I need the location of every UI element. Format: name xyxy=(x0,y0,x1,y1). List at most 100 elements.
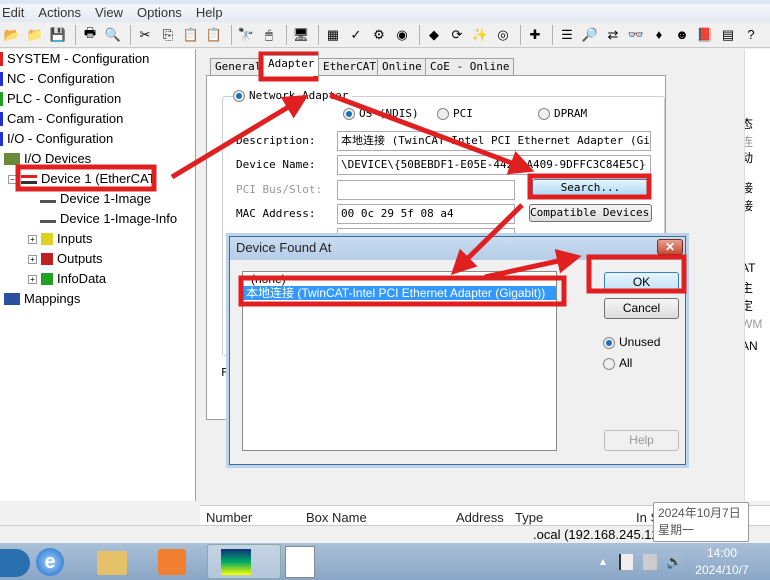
generate-mappings-icon[interactable]: ▦ xyxy=(323,25,343,45)
pci-radio[interactable]: PCI xyxy=(437,107,473,120)
tree-item-io[interactable]: I/O - Configuration xyxy=(0,129,113,149)
reload-icon[interactable]: ⟳ xyxy=(447,25,467,45)
paste-icon[interactable]: 📋 xyxy=(181,25,201,45)
close-icon[interactable]: ✕ xyxy=(657,239,683,255)
dpram-radio[interactable]: DPRAM xyxy=(538,107,587,120)
compatible-devices-button[interactable]: Compatible Devices... xyxy=(529,204,652,222)
toggle-icon[interactable]: ⇄ xyxy=(603,25,623,45)
media-player-icon[interactable] xyxy=(158,549,186,575)
wizard-icon[interactable]: ✨ xyxy=(470,25,490,45)
network-warning-icon[interactable] xyxy=(643,554,657,570)
find-icon[interactable]: 🔭 xyxy=(236,25,256,45)
os-ndis-radio[interactable]: OS (NDIS) xyxy=(343,107,419,120)
file-explorer-icon[interactable] xyxy=(97,551,127,575)
start-button[interactable] xyxy=(0,549,30,577)
side-text: 接 xyxy=(745,179,753,196)
help-icon[interactable]: ? xyxy=(741,25,761,45)
list-item-selected[interactable]: 本地连接 (TwinCAT-Intel PCI Ethernet Adapter… xyxy=(243,286,556,300)
list-item[interactable]: (none) xyxy=(243,272,556,286)
menu-help[interactable]: Help xyxy=(194,4,229,22)
menu-view[interactable]: View xyxy=(93,4,129,22)
tree-item-infodata[interactable]: + InfoData xyxy=(28,269,106,289)
glasses-icon[interactable]: 👓 xyxy=(626,25,646,45)
device-list[interactable]: (none) 本地连接 (TwinCAT-Intel PCI Ethernet … xyxy=(242,271,557,451)
cancel-button[interactable]: Cancel xyxy=(604,298,679,319)
open-icon[interactable]: 📁 xyxy=(25,25,45,45)
add-icon[interactable]: ✚ xyxy=(525,25,545,45)
tab-coe-online[interactable]: CoE - Online xyxy=(425,58,515,75)
tree-item-system[interactable]: SYSTEM - Configuration xyxy=(0,49,149,69)
tab-online[interactable]: Online xyxy=(377,58,427,75)
calc-icon[interactable]: ▤ xyxy=(718,25,738,45)
check-icon[interactable]: ✓ xyxy=(346,25,366,45)
column-number[interactable]: Number xyxy=(206,510,252,525)
taskbar-twincat[interactable] xyxy=(207,544,281,579)
action-center-flag-icon[interactable] xyxy=(619,554,633,570)
zoom-icon[interactable]: 🔎 xyxy=(580,25,600,45)
tree-item-mappings[interactable]: Mappings xyxy=(4,289,80,309)
tree-item-device1-image[interactable]: Device 1-Image xyxy=(40,189,151,209)
help-button[interactable]: Help xyxy=(604,430,679,451)
io-marker xyxy=(0,132,3,146)
tree-item-cam[interactable]: Cam - Configuration xyxy=(0,109,123,129)
mac-address-field[interactable]: 00 0c 29 5f 08 a4 xyxy=(337,204,515,224)
volume-icon[interactable]: 🔊 xyxy=(666,554,682,570)
column-box-name[interactable]: Box Name xyxy=(306,510,367,525)
clock[interactable]: 14:00 2024/10/7 xyxy=(684,545,760,579)
all-radio[interactable]: All xyxy=(603,356,632,370)
copy-icon[interactable]: ⎘ xyxy=(158,25,178,45)
expand-icon[interactable]: + xyxy=(28,254,37,264)
internet-explorer-icon[interactable]: e xyxy=(36,548,64,576)
tab-general[interactable]: General xyxy=(210,58,267,75)
menu-options[interactable]: Options xyxy=(135,4,188,22)
book-icon[interactable]: 📕 xyxy=(695,25,715,45)
search-button[interactable]: Search... xyxy=(532,179,649,197)
run-mode-icon[interactable]: ◉ xyxy=(392,25,412,45)
diamond-icon[interactable]: ♦ xyxy=(649,25,669,45)
paste-link-icon[interactable]: 📋 xyxy=(204,25,224,45)
show-hidden-icons[interactable]: ▲ xyxy=(598,557,608,568)
menu-actions[interactable]: Actions xyxy=(36,4,87,22)
menu-edit[interactable]: Edit xyxy=(0,4,30,22)
expand-icon[interactable]: + xyxy=(28,234,37,244)
column-type[interactable]: Type xyxy=(515,510,543,525)
tree-label: I/O - Configuration xyxy=(7,131,114,146)
radio-label: All xyxy=(619,356,633,370)
side-text: 态 xyxy=(745,115,753,132)
tree-item-inputs[interactable]: + Inputs xyxy=(28,229,92,249)
print-preview-icon[interactable]: 🔍 xyxy=(103,25,123,45)
tree-item-device1[interactable]: − Device 1 (EtherCAT xyxy=(8,169,156,189)
collapse-icon[interactable]: − xyxy=(8,174,17,184)
save-icon[interactable]: 💾 xyxy=(48,25,68,45)
application-window-icon[interactable] xyxy=(285,546,315,578)
pci-bus-field[interactable] xyxy=(337,180,515,200)
activate-config-icon[interactable]: ⚙ xyxy=(369,25,389,45)
tab-adapter[interactable]: Adapter xyxy=(263,55,320,76)
network-adapter-radio[interactable]: Network Adapter xyxy=(233,89,353,102)
tab-ethercat[interactable]: EtherCAT xyxy=(318,58,381,75)
ok-button[interactable]: OK xyxy=(604,272,679,293)
status-text: .ocal (192.168.245.12 xyxy=(533,527,659,542)
tree-item-outputs[interactable]: + Outputs xyxy=(28,249,103,269)
radio-icon xyxy=(437,108,449,120)
mouse-icon[interactable]: 🖱 xyxy=(259,25,279,45)
device-name-field[interactable]: \DEVICE\{50BEBDF1-E05E-4420-A409-9DFFC3C… xyxy=(337,155,651,175)
network-icon[interactable]: ◆ xyxy=(424,25,444,45)
description-field[interactable]: 本地连接 (TwinCAT-Intel PCI Ethernet Adapter… xyxy=(337,131,651,151)
column-address[interactable]: Address xyxy=(456,510,504,525)
expand-icon[interactable]: + xyxy=(28,274,37,284)
cut-icon[interactable]: ✂ xyxy=(135,25,155,45)
toolbar-separator xyxy=(419,24,420,45)
online-icon[interactable]: ☻ xyxy=(672,25,692,45)
restart-icon[interactable]: ◎ xyxy=(493,25,513,45)
tree-item-nc[interactable]: NC - Configuration xyxy=(0,69,115,89)
tree-item-device1-image-info[interactable]: Device 1-Image-Info xyxy=(40,209,177,229)
tree-label: InfoData xyxy=(57,271,107,286)
unused-radio[interactable]: Unused xyxy=(603,335,660,349)
tree-item-io-devices[interactable]: I/O Devices xyxy=(4,149,91,169)
open-folder-icon[interactable]: 📂 xyxy=(2,25,22,45)
list-icon[interactable]: ☰ xyxy=(557,25,577,45)
print-icon[interactable]: 🖶 xyxy=(80,25,100,45)
tree-item-plc[interactable]: PLC - Configuration xyxy=(0,89,121,109)
monitor-icon[interactable]: 🖥 xyxy=(291,25,311,45)
